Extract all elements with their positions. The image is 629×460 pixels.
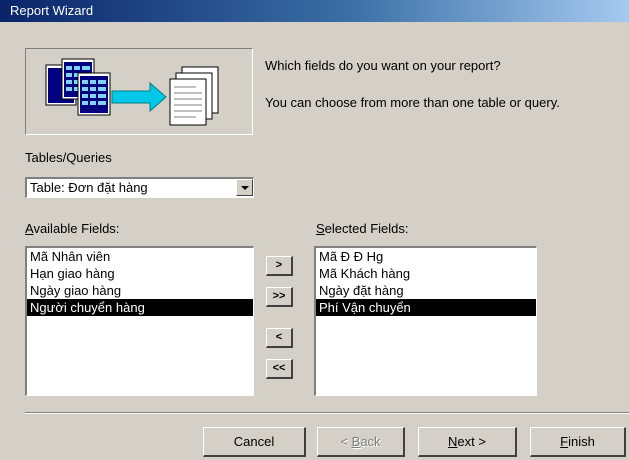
back-label-text: ack xyxy=(360,434,381,449)
available-field-item[interactable]: Ngày giao hàng xyxy=(27,282,253,299)
next-button[interactable]: Next > xyxy=(418,427,517,457)
remove-field-button[interactable]: < xyxy=(266,328,293,348)
finish-button[interactable]: Finish xyxy=(530,427,626,457)
available-fields-list[interactable]: Mã Nhân viên Hạn giao hàng Ngày giao hàn… xyxy=(25,246,254,396)
title-bar: Report Wizard xyxy=(0,0,629,22)
next-label-text: ext > xyxy=(457,434,486,449)
selected-fields-accel: S xyxy=(316,221,325,236)
add-all-fields-button[interactable]: >> xyxy=(266,287,293,307)
available-fields-label: Available Fields: xyxy=(25,221,119,236)
finish-label-text: inish xyxy=(568,434,595,449)
selected-fields-label-text: elected Fields: xyxy=(324,221,409,236)
tables-to-report-icon xyxy=(45,58,219,126)
finish-accel: F xyxy=(560,434,569,449)
remove-all-fields-button[interactable]: << xyxy=(266,359,293,379)
next-accel: N xyxy=(448,434,458,449)
cancel-button[interactable]: Cancel xyxy=(203,427,306,457)
tables-queries-label: Tables/Queries xyxy=(25,150,112,165)
selected-fields-list[interactable]: Mã Đ Đ Hg Mã Khách hàng Ngày đặt hàng Ph… xyxy=(314,246,537,396)
wizard-question: Which fields do you want on your report? xyxy=(265,58,501,73)
back-prefix: < xyxy=(340,434,352,449)
selected-field-item[interactable]: Ngày đặt hàng xyxy=(316,282,536,299)
tables-queries-value: Table: Đơn đặt hàng xyxy=(30,180,148,195)
wizard-illustration xyxy=(25,48,253,135)
window-title: Report Wizard xyxy=(10,3,94,18)
available-field-item[interactable]: Mã Nhân viên xyxy=(27,248,253,265)
available-field-item[interactable]: Hạn giao hàng xyxy=(27,265,253,282)
footer-separator xyxy=(25,412,629,414)
tables-queries-combobox[interactable]: Table: Đơn đặt hàng xyxy=(25,177,254,198)
back-button[interactable]: < Back xyxy=(317,427,405,457)
selected-field-item-selected[interactable]: Phí Vận chuyển xyxy=(316,299,536,316)
wizard-hint: You can choose from more than one table … xyxy=(265,95,560,110)
selected-fields-label: Selected Fields: xyxy=(316,221,409,236)
selected-field-item[interactable]: Mã Đ Đ Hg xyxy=(316,248,536,265)
add-field-button[interactable]: > xyxy=(266,256,293,276)
available-field-item-selected[interactable]: Người chuyển hàng xyxy=(27,299,253,316)
available-fields-label-text: vailable Fields: xyxy=(33,221,120,236)
chevron-down-icon[interactable] xyxy=(236,179,253,196)
report-wizard-window: Report Wizard Which fields do you want o… xyxy=(0,0,629,460)
selected-field-item[interactable]: Mã Khách hàng xyxy=(316,265,536,282)
